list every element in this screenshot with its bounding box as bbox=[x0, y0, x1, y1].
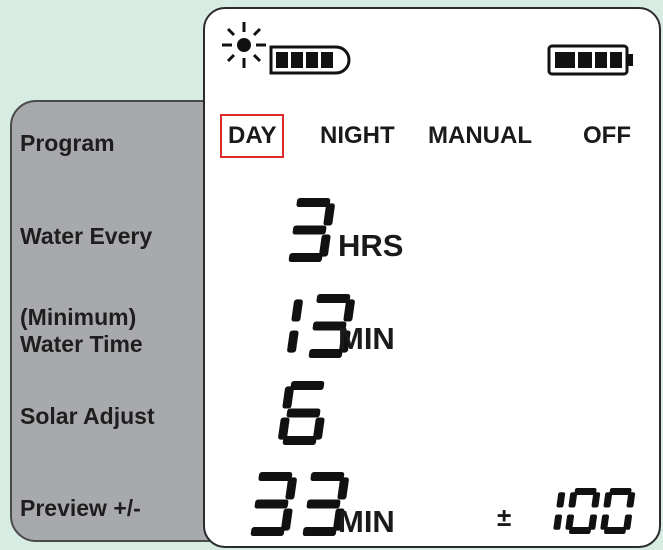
lcd-digit-0 bbox=[600, 488, 636, 534]
lcd-segment-b bbox=[291, 299, 303, 322]
lcd-segment-g bbox=[292, 225, 327, 235]
water-time-label-line2: Water Time bbox=[20, 331, 143, 357]
water-time-unit: MIN bbox=[338, 321, 395, 356]
lcd-segment-d bbox=[250, 527, 285, 536]
lcd-digit-1 bbox=[553, 492, 566, 530]
lcd-segment-c bbox=[287, 330, 299, 353]
lcd-digit-0 bbox=[565, 488, 601, 534]
lcd-segment-a bbox=[258, 472, 293, 481]
lcd-segment-a bbox=[316, 294, 351, 303]
lcd-digit-3 bbox=[288, 198, 335, 262]
lcd-segment-d bbox=[302, 527, 337, 536]
mode-manual[interactable]: MANUAL bbox=[428, 122, 532, 150]
lcd-digit-3 bbox=[250, 472, 297, 536]
mode-off[interactable]: OFF bbox=[583, 122, 631, 150]
lcd-digit-6 bbox=[278, 381, 325, 445]
lcd-segment-f bbox=[603, 492, 613, 508]
lcd-segment-f bbox=[568, 492, 578, 508]
preview-sign: ± bbox=[497, 502, 512, 532]
mode-night[interactable]: NIGHT bbox=[320, 122, 395, 150]
program-label: Program bbox=[20, 130, 115, 156]
preview-percent bbox=[553, 488, 636, 534]
preview-value bbox=[250, 472, 349, 536]
lcd-segment-d bbox=[282, 436, 317, 445]
water-every-label: Water Every bbox=[20, 223, 153, 249]
solar-adjust-value bbox=[278, 381, 325, 445]
battery-icon bbox=[547, 44, 633, 76]
solar-battery-icon bbox=[269, 45, 351, 75]
lcd-segment-b bbox=[556, 492, 566, 508]
preview-label: Preview +/- bbox=[20, 495, 141, 521]
lcd-segment-a bbox=[310, 472, 345, 481]
preview-unit: MIN bbox=[338, 504, 395, 539]
lcd-segment-f bbox=[282, 386, 294, 409]
water-time-label-line1: (Minimum) bbox=[20, 304, 137, 330]
mode-day[interactable]: DAY bbox=[219, 114, 285, 158]
lcd-digit-1 bbox=[287, 299, 303, 353]
lcd-segment-g bbox=[254, 499, 289, 509]
solar-adjust-label: Solar Adjust bbox=[20, 403, 155, 429]
lcd-segment-a bbox=[296, 198, 331, 207]
water-every-value bbox=[288, 198, 335, 262]
lcd-segment-a bbox=[290, 381, 325, 390]
lcd-segment-c bbox=[553, 514, 563, 530]
lcd-segment-d bbox=[288, 253, 323, 262]
lcd-segment-g bbox=[306, 499, 341, 509]
water-every-unit: HRS bbox=[338, 228, 404, 263]
lcd-segment-g bbox=[286, 408, 321, 418]
lcd-screen bbox=[203, 7, 661, 548]
